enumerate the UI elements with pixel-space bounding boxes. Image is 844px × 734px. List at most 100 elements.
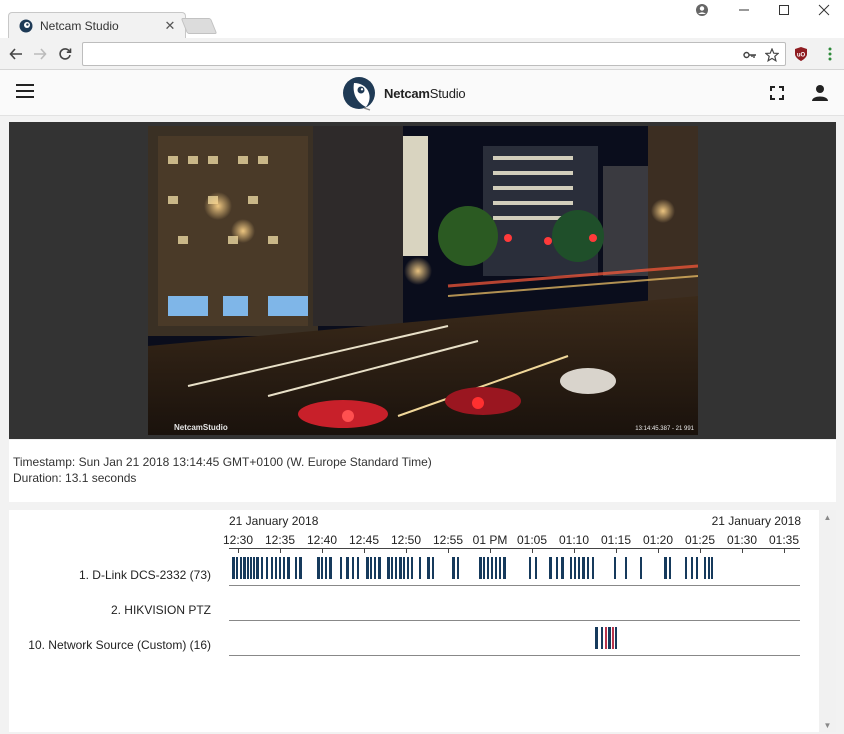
recording-event-mark[interactable] [407,557,409,579]
account-circle-icon[interactable] [682,0,722,20]
recording-event-mark[interactable] [578,557,580,579]
recording-event-mark[interactable] [271,557,273,579]
timeline-scrollbar[interactable]: ▲ ▼ [819,510,836,732]
recording-event-mark[interactable] [253,557,255,579]
recording-event-mark[interactable] [625,557,627,579]
recording-event-mark[interactable] [685,557,687,579]
recording-event-mark[interactable] [250,557,252,579]
recording-event-mark[interactable] [483,557,485,579]
recording-event-mark[interactable] [317,557,320,579]
hamburger-menu-icon[interactable] [16,84,34,100]
recording-event-mark[interactable] [614,557,616,579]
recording-video-frame[interactable]: NetcamStudio 13:14:45.387 - 21 991 [148,126,698,435]
recording-event-mark[interactable] [574,557,576,579]
recording-event-mark[interactable] [399,557,402,579]
fullscreen-icon[interactable] [767,83,787,103]
recording-event-mark[interactable] [432,557,434,579]
recording-event-mark[interactable] [608,627,611,649]
recording-event-mark[interactable] [592,557,594,579]
recording-event-mark[interactable] [370,557,372,579]
recording-event-mark[interactable] [561,557,564,579]
recording-event-mark[interactable] [664,557,667,579]
camera-row-label[interactable]: 1. D-Link DCS-2332 (73) [79,568,211,582]
recording-event-mark[interactable] [232,557,235,579]
recording-event-mark[interactable] [240,557,242,579]
recording-event-mark[interactable] [601,627,603,649]
recording-event-mark[interactable] [391,557,393,579]
close-icon[interactable] [804,0,844,20]
recording-event-mark[interactable] [457,557,459,579]
recording-event-mark[interactable] [711,557,713,579]
scroll-down-arrow-icon[interactable]: ▼ [819,718,836,732]
recording-event-mark[interactable] [535,557,537,579]
recording-event-mark[interactable] [395,557,397,579]
recording-event-mark[interactable] [340,557,342,579]
new-tab-button[interactable] [180,18,218,34]
recording-event-mark[interactable] [427,557,430,579]
browser-tab[interactable]: Netcam Studio ✕ [8,12,186,38]
maximize-icon[interactable] [764,0,804,20]
recording-event-mark[interactable] [595,627,598,649]
recording-event-mark[interactable] [387,557,390,579]
recording-event-mark[interactable] [366,557,369,579]
minimize-icon[interactable] [724,0,764,20]
recording-event-mark[interactable] [321,557,323,579]
alert-event-mark[interactable] [612,627,614,649]
browser-menu-icon[interactable] [822,46,838,62]
recording-event-mark[interactable] [495,557,497,579]
recording-event-mark[interactable] [452,557,455,579]
recording-event-mark[interactable] [491,557,493,579]
recording-event-mark[interactable] [708,557,710,579]
recording-event-mark[interactable] [275,557,277,579]
recordings-timeline[interactable]: 21 January 2018 21 January 2018 12:30 12:… [9,510,819,732]
recording-event-mark[interactable] [299,557,302,579]
recording-event-mark[interactable] [479,557,482,579]
key-icon[interactable] [741,46,759,64]
recording-event-mark[interactable] [243,557,246,579]
recording-event-mark[interactable] [346,557,349,579]
recording-event-mark[interactable] [295,557,297,579]
camera-row-label[interactable]: 2. HIKVISION PTZ [111,603,211,617]
recording-event-mark[interactable] [615,627,617,649]
recording-event-mark[interactable] [529,557,531,579]
forward-icon[interactable] [30,44,50,64]
recording-event-mark[interactable] [256,557,259,579]
recording-event-mark[interactable] [236,557,238,579]
ublock-extension-icon[interactable]: uO [793,46,809,62]
recording-event-mark[interactable] [549,557,552,579]
recording-event-mark[interactable] [640,557,642,579]
recording-event-mark[interactable] [266,557,268,579]
recording-event-mark[interactable] [503,557,506,579]
address-bar[interactable] [82,42,786,66]
camera-row-label[interactable]: 10. Network Source (Custom) (16) [28,638,211,652]
recording-event-mark[interactable] [570,557,572,579]
recording-event-mark[interactable] [279,557,281,579]
recording-event-mark[interactable] [329,557,332,579]
recording-event-mark[interactable] [283,557,285,579]
recording-event-mark[interactable] [419,557,421,579]
recording-event-mark[interactable] [287,557,290,579]
recording-event-mark[interactable] [411,557,413,579]
recording-event-mark[interactable] [587,557,589,579]
recording-event-mark[interactable] [374,557,376,579]
alert-event-mark[interactable] [605,627,607,649]
recording-event-mark[interactable] [704,557,706,579]
recording-event-mark[interactable] [556,557,558,579]
recording-event-mark[interactable] [696,557,698,579]
recording-event-mark[interactable] [691,557,693,579]
recording-event-mark[interactable] [247,557,249,579]
reload-icon[interactable] [55,44,75,64]
recording-event-mark[interactable] [352,557,354,579]
recording-event-mark[interactable] [325,557,327,579]
recording-event-mark[interactable] [378,557,381,579]
scroll-up-arrow-icon[interactable]: ▲ [819,510,836,524]
recording-event-mark[interactable] [357,557,359,579]
tab-close-icon[interactable]: ✕ [161,18,179,34]
recording-event-mark[interactable] [669,557,671,579]
recording-event-mark[interactable] [403,557,405,579]
recording-event-mark[interactable] [582,557,585,579]
recording-event-mark[interactable] [487,557,489,579]
recording-event-mark[interactable] [261,557,263,579]
bookmark-star-icon[interactable] [763,46,781,64]
recording-event-mark[interactable] [499,557,501,579]
